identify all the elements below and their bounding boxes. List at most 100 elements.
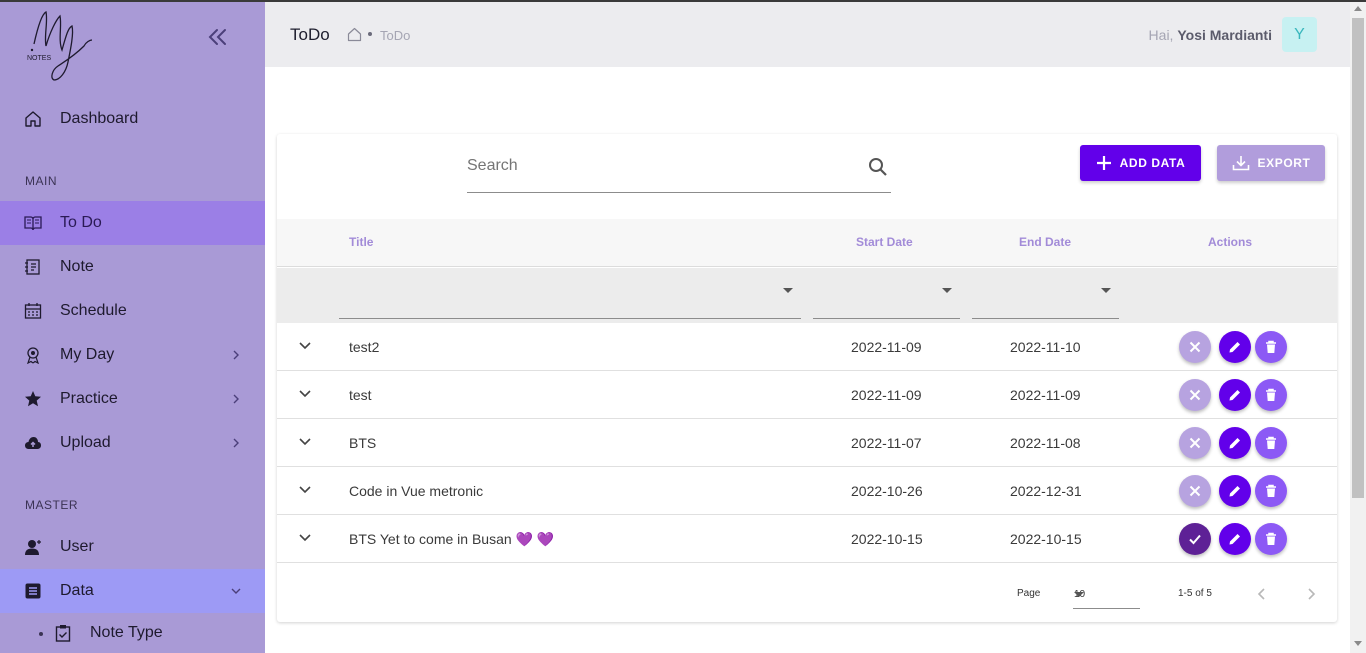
sidebar-item-label: Practice (60, 390, 118, 407)
pencil-icon (1229, 342, 1240, 353)
sidebar-item-schedule[interactable]: Schedule (0, 289, 265, 333)
scroll-down-arrow[interactable] (1354, 641, 1362, 646)
sidebar-item-practice[interactable]: Practice (0, 377, 265, 421)
notebook-icon (24, 258, 42, 276)
export-label: EXPORT (1257, 156, 1311, 170)
edit-button[interactable] (1219, 379, 1251, 411)
sidebar-item-label: My Day (60, 346, 115, 363)
sidebar-item-my-day[interactable]: My Day (0, 333, 265, 377)
table-header: Title Start Date End Date Actions (277, 219, 1337, 267)
edit-button[interactable] (1219, 331, 1251, 363)
close-icon (1189, 437, 1201, 449)
calendar-icon (24, 302, 42, 320)
sidebar-subitem-label: Note Type (90, 624, 163, 641)
edit-button[interactable] (1219, 475, 1251, 507)
mark-done-button[interactable] (1179, 331, 1211, 363)
page-title: ToDo (290, 25, 330, 44)
star-icon (24, 390, 42, 408)
close-icon (1189, 485, 1201, 497)
sidebar-item-note[interactable]: Note (0, 245, 265, 289)
table-row: Code in Vue metronic 2022-10-26 2022-12-… (277, 467, 1337, 515)
column-header-actions: Actions (1208, 235, 1253, 249)
delete-button[interactable] (1255, 331, 1287, 363)
title-filter-select[interactable] (339, 268, 801, 319)
rows-per-page-select[interactable]: 10 (1073, 579, 1140, 609)
edit-button[interactable] (1219, 523, 1251, 555)
next-page-icon[interactable] (1303, 586, 1319, 602)
sidebar-item-data[interactable]: Data (0, 569, 265, 613)
page-scrollbar[interactable] (1350, 2, 1366, 653)
delete-button[interactable] (1255, 379, 1287, 411)
delete-button[interactable] (1255, 427, 1287, 459)
svg-text:NOTES: NOTES (27, 55, 51, 62)
mark-done-button[interactable] (1179, 523, 1211, 555)
end-date-filter-select[interactable] (972, 268, 1119, 319)
dropdown-arrow-icon (1101, 288, 1111, 293)
plus-icon (1096, 156, 1111, 170)
column-header-start-date[interactable]: Start Date (856, 235, 913, 249)
table-row: test2 2022-11-09 2022-11-10 (277, 323, 1337, 371)
expand-chevron-icon[interactable] (297, 433, 313, 449)
export-button[interactable]: EXPORT (1217, 145, 1325, 181)
search-icon[interactable] (868, 157, 888, 177)
sidebar-item-dashboard[interactable]: Dashboard (0, 97, 265, 141)
breadcrumb-current: ToDo (380, 28, 411, 43)
row-start-date: 2022-11-07 (851, 435, 922, 451)
search-field[interactable] (467, 144, 891, 193)
row-title: BTS (349, 435, 377, 451)
sidebar-item-user[interactable]: User (0, 525, 265, 569)
scroll-up-arrow[interactable] (1354, 6, 1362, 11)
mark-done-button[interactable] (1179, 427, 1211, 459)
add-data-button[interactable]: ADD DATA (1080, 145, 1201, 181)
app-logo[interactable]: NOTES (24, 6, 96, 84)
mark-done-button[interactable] (1179, 475, 1211, 507)
breadcrumb-home-icon[interactable] (347, 27, 362, 42)
start-date-filter-select[interactable] (813, 268, 960, 319)
sidebar-subitem-note-type[interactable]: Note Type (0, 613, 265, 653)
delete-button[interactable] (1255, 523, 1287, 555)
trash-icon (1266, 484, 1276, 497)
table-row: BTS Yet to come in Busan 💜 💜 2022-10-15 … (277, 515, 1337, 563)
row-title: BTS Yet to come in Busan 💜 💜 (349, 531, 555, 547)
dropdown-arrow-icon (942, 288, 952, 293)
sidebar-item-label: Data (60, 582, 94, 599)
section-label-main: MAIN (25, 174, 57, 188)
user-icon (24, 538, 42, 556)
breadcrumb-separator (368, 32, 372, 36)
search-input[interactable] (467, 148, 857, 184)
chevron-right-icon (233, 438, 239, 448)
expand-chevron-icon[interactable] (297, 385, 313, 401)
sidebar-item-label: To Do (60, 214, 102, 231)
pencil-icon (1229, 390, 1240, 401)
avatar[interactable]: Y (1282, 17, 1317, 52)
edit-button[interactable] (1219, 427, 1251, 459)
row-title: test (349, 387, 372, 403)
expand-chevron-icon[interactable] (297, 529, 313, 545)
page-range: 1-5 of 5 (1178, 588, 1212, 599)
sidebar-item-upload[interactable]: Upload (0, 421, 265, 465)
column-header-end-date[interactable]: End Date (1019, 235, 1071, 249)
pencil-icon (1229, 534, 1240, 545)
row-end-date: 2022-12-31 (1010, 483, 1082, 499)
list-box-icon (24, 582, 42, 600)
sidebar-item-todo[interactable]: To Do (0, 201, 265, 245)
expand-chevron-icon[interactable] (297, 481, 313, 497)
todo-table-card: ADD DATA EXPORT Title Start Date End Dat… (277, 134, 1337, 622)
top-header: ToDo ToDo Hai, Yosi Mardianti Y (265, 2, 1350, 67)
mark-done-button[interactable] (1179, 379, 1211, 411)
expand-chevron-icon[interactable] (297, 337, 313, 353)
user-name: Yosi Mardianti (1177, 27, 1272, 43)
download-icon (1232, 156, 1249, 171)
collapse-sidebar-button[interactable] (204, 26, 230, 48)
clipboard-icon (55, 624, 71, 642)
bullet-dot (39, 632, 43, 636)
row-start-date: 2022-10-15 (851, 531, 923, 547)
user-greeting: Hai, Yosi Mardianti (1149, 27, 1272, 43)
delete-button[interactable] (1255, 475, 1287, 507)
check-icon (1189, 534, 1201, 545)
prev-page-icon[interactable] (1254, 586, 1270, 602)
scroll-thumb[interactable] (1352, 18, 1364, 498)
sidebar-item-label: Upload (60, 434, 111, 451)
column-header-title[interactable]: Title (349, 235, 373, 249)
page-label: Page (1017, 588, 1041, 599)
